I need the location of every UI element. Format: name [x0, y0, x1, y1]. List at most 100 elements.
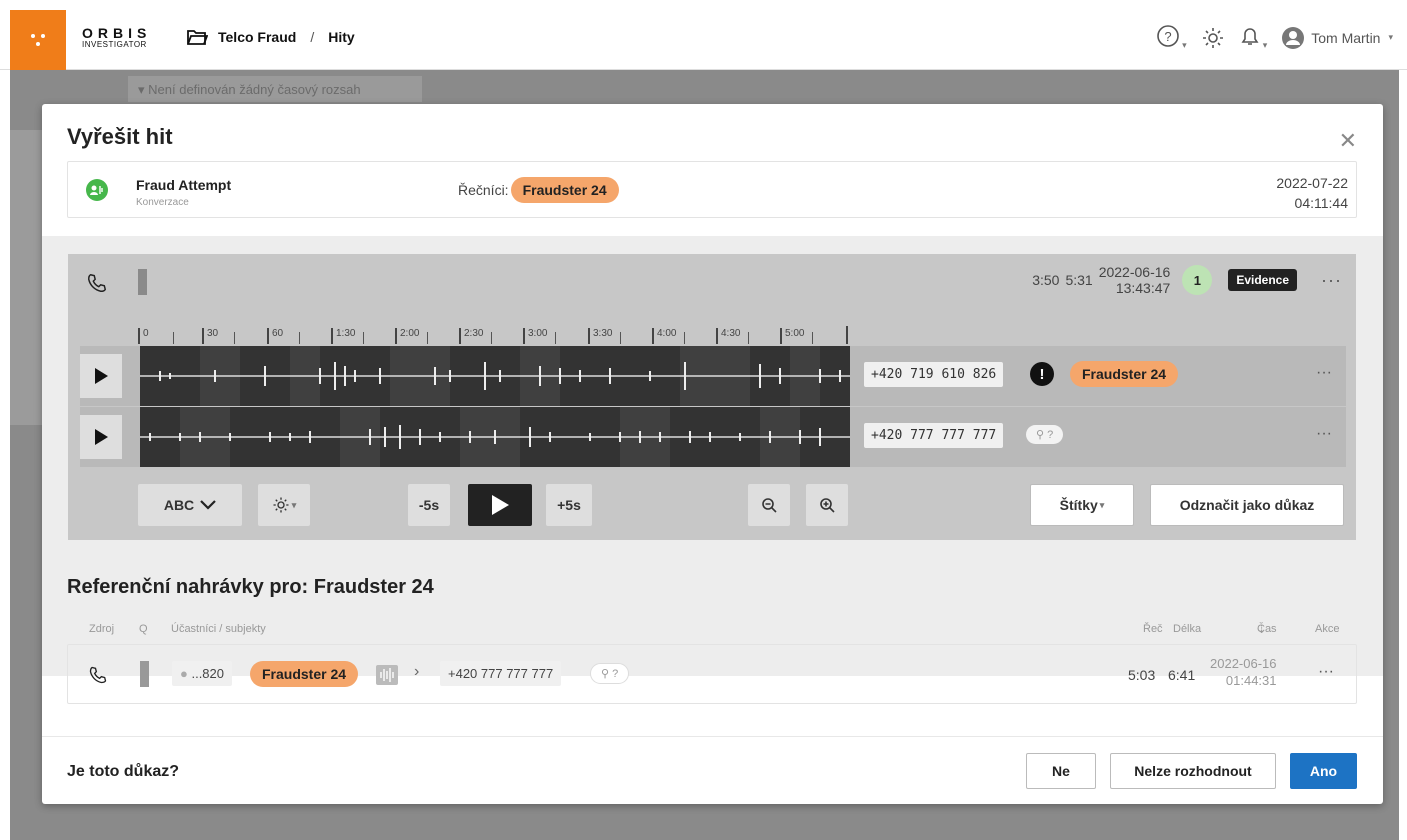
- timeline-tick-minor: [491, 332, 495, 344]
- timeline-tick: 60: [267, 328, 283, 344]
- audio-player: 3:50 5:31 2022-06-16 13:43:47 1 Evidence…: [68, 254, 1356, 540]
- top-right-menu: ? ▾ ▾ Tom Martin ▾: [1156, 24, 1393, 51]
- tags-dropdown[interactable]: Štítky ▾: [1030, 484, 1134, 526]
- timeline-tick-minor: [555, 332, 559, 344]
- player-controls: ABC ▾ -5s +5s Štítky ▾ Odznačit jako důk…: [68, 482, 1356, 528]
- timeline-tick: 4:30: [716, 328, 740, 344]
- more-icon[interactable]: ···: [1321, 270, 1342, 291]
- notifications-menu[interactable]: ▾: [1239, 24, 1268, 51]
- waveform-2[interactable]: [140, 407, 850, 467]
- hit-name: Fraud Attempt: [136, 177, 232, 193]
- timeline-tick: 2:00: [395, 328, 419, 344]
- breadcrumb-page[interactable]: Hity: [328, 29, 354, 45]
- help-icon: ?: [1157, 25, 1179, 47]
- col-quality[interactable]: Q: [139, 623, 148, 635]
- hit-count-badge: 1: [1182, 265, 1213, 295]
- hit-time: 04:11:44: [1294, 195, 1348, 211]
- hit-type: Konverzace: [136, 197, 189, 208]
- page-left-edge: [0, 0, 10, 840]
- timeline-tick-minor: [299, 332, 303, 344]
- abc-label: ABC: [163, 497, 195, 513]
- close-icon[interactable]: ✕: [1339, 128, 1357, 154]
- unknown-speaker-pill[interactable]: ⚲ ?: [590, 663, 630, 684]
- breadcrumb-project[interactable]: Telco Fraud: [218, 29, 296, 45]
- timeline-tick: 2:30: [459, 328, 483, 344]
- forward-button[interactable]: +5s: [546, 484, 592, 526]
- zoom-in-button[interactable]: [806, 484, 848, 526]
- row-date: 2022-06-16: [1210, 656, 1277, 671]
- speaker-pill[interactable]: Fraudster 24: [1070, 361, 1179, 387]
- transcript-toggle-button[interactable]: ABC: [138, 484, 242, 526]
- hit-speakers: Řečníci: Fraudster 24: [458, 177, 619, 203]
- play-icon: [95, 368, 108, 384]
- row-timestamp: 2022-06-16 01:44:31: [1210, 655, 1277, 689]
- recording-timestamp: 2022-06-16 13:43:47: [1099, 264, 1171, 296]
- speaker-pill[interactable]: Fraudster 24: [510, 177, 619, 203]
- hit-timestamp: 2022-07-22 04:11:44: [1276, 173, 1348, 213]
- breadcrumb: Telco Fraud / Hity: [186, 28, 355, 46]
- chevron-down-icon: ▾: [1262, 40, 1268, 50]
- app-logo[interactable]: [10, 10, 66, 70]
- evidence-question: Je toto důkaz?: [67, 763, 180, 780]
- background-sidebar: [10, 130, 44, 425]
- other-participant-number[interactable]: +420 777 777 777: [440, 661, 562, 686]
- evidence-badge: Evidence: [1228, 269, 1298, 291]
- track-row-1: +420 719 610 826 ! Fraudster 24 ···: [80, 346, 1346, 406]
- timeline-tick: 0: [138, 328, 149, 344]
- hit-date: 2022-07-22: [1276, 175, 1348, 191]
- unmark-evidence-button[interactable]: Odznačit jako důkaz: [1150, 484, 1344, 526]
- col-length[interactable]: Délka: [1173, 623, 1201, 635]
- help-menu[interactable]: ? ▾: [1156, 24, 1187, 51]
- chevron-down-icon: [200, 500, 216, 510]
- short-number-text: ...820: [191, 666, 224, 681]
- breadcrumb-separator: /: [310, 29, 315, 45]
- phone-icon: [89, 666, 107, 684]
- reference-title: Referenční nahrávky pro: Fraudster 24: [67, 576, 434, 598]
- recording-time: 13:43:47: [1115, 280, 1171, 296]
- zoom-out-button[interactable]: [748, 484, 790, 526]
- participant-short-number[interactable]: ● ...820: [172, 661, 232, 686]
- dot-icon: ●: [180, 666, 192, 681]
- more-icon[interactable]: ···: [1316, 364, 1332, 382]
- chevron-down-icon: ▾: [1388, 32, 1393, 42]
- timeline-tick: 30: [202, 328, 218, 344]
- timeline-tick: 5:00: [780, 328, 804, 344]
- waveform-1[interactable]: [140, 346, 850, 406]
- main-play-button[interactable]: [468, 484, 532, 526]
- zoom-out-icon: [762, 498, 777, 513]
- speaker-pill[interactable]: Fraudster 24: [250, 661, 359, 687]
- time-range-filter: ▾ Není definován žádný časový rozsah: [128, 76, 422, 102]
- resolve-hit-dialog: Vyřešit hit ✕ Fraud Attempt Konverzace Ř…: [42, 104, 1383, 804]
- track-play-button[interactable]: [80, 415, 122, 459]
- col-speech[interactable]: Řeč: [1143, 623, 1163, 635]
- brand-subtitle: INVESTIGATOR: [82, 40, 147, 49]
- timeline-ruler: 0 30 60 1:30 2:00 2:30 3:00 3:30 4:00 4:…: [138, 324, 850, 344]
- track-play-button[interactable]: [80, 354, 122, 398]
- settings-button[interactable]: ▾: [258, 484, 310, 526]
- more-icon[interactable]: ···: [1316, 425, 1332, 443]
- timeline-tick-minor: [620, 332, 624, 344]
- participant-number[interactable]: +420 719 610 826: [864, 362, 1004, 387]
- track-row-2: +420 777 777 777 ⚲ ? ···: [80, 407, 1346, 467]
- yes-button[interactable]: Ano: [1290, 753, 1357, 789]
- no-button[interactable]: Ne: [1026, 753, 1096, 789]
- gear-icon[interactable]: [1201, 26, 1225, 50]
- col-source[interactable]: Zdroj: [89, 623, 114, 635]
- participant-number[interactable]: +420 777 777 777: [864, 423, 1004, 448]
- rewind-button[interactable]: -5s: [408, 484, 450, 526]
- unknown-speaker-pill[interactable]: ⚲ ?: [1026, 425, 1064, 444]
- undecided-button[interactable]: Nelze rozhodnout: [1110, 753, 1276, 789]
- voiceprint-icon[interactable]: [376, 665, 398, 685]
- col-participants[interactable]: Účastníci / subjekty: [171, 623, 266, 635]
- conversation-icon: [86, 179, 108, 201]
- unknown-speaker-label: ?: [612, 668, 619, 680]
- col-action[interactable]: Akce: [1315, 623, 1339, 635]
- chevron-right-icon: ›: [414, 663, 420, 680]
- user-menu[interactable]: Tom Martin ▾: [1281, 26, 1393, 50]
- timeline-tick-minor: [427, 332, 431, 344]
- more-icon[interactable]: ···: [1318, 663, 1334, 681]
- bell-icon: [1241, 28, 1259, 45]
- brand-name: ORBIS: [82, 25, 152, 41]
- table-row[interactable]: ● ...820 Fraudster 24 › +420 777 777 777…: [67, 644, 1357, 704]
- speakers-label: Řečníci:: [458, 182, 509, 198]
